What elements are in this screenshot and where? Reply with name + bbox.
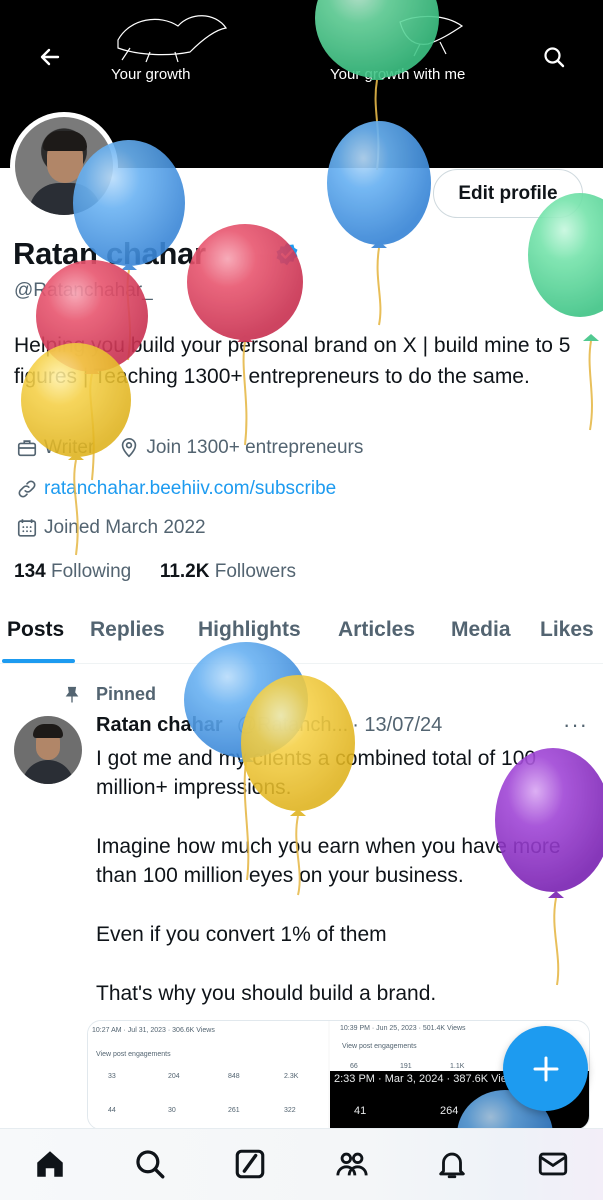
following-label: Following	[50, 561, 132, 582]
location-pin-icon	[122, 438, 137, 458]
arrow-left-icon	[40, 48, 60, 66]
post-author-handle[interactable]: @Ratanch...	[237, 714, 348, 737]
post-date[interactable]: · 13/07/24	[352, 714, 442, 737]
tab-media[interactable]: Media	[451, 618, 511, 642]
post-paragraph: I got me and my clients a combined total…	[96, 747, 537, 799]
pin-icon	[65, 686, 79, 702]
search-icon	[544, 47, 565, 68]
back-button[interactable]	[30, 37, 70, 77]
pinned-label: Pinned	[62, 684, 156, 705]
verified-badge-icon	[276, 242, 298, 266]
notifications-icon[interactable]	[435, 1147, 469, 1181]
edit-profile-button[interactable]: Edit profile	[433, 169, 583, 218]
post-author-avatar[interactable]	[14, 716, 82, 784]
tab-replies[interactable]: Replies	[90, 618, 165, 642]
communities-icon[interactable]	[335, 1147, 369, 1181]
post-paragraph: Even if you convert 1% of them	[96, 923, 387, 946]
tab-posts[interactable]: Posts	[7, 618, 64, 642]
banner-caption-left: Your growth	[111, 66, 191, 83]
website-link[interactable]: ratanchahar.beehiiv.com/subscribe	[44, 478, 336, 500]
tab-likes[interactable]: Likes	[540, 618, 594, 642]
link-icon	[18, 480, 36, 498]
banner-caption-right: Your growth with me	[330, 66, 466, 83]
profile-tabs: Posts Replies Highlights Articles Media …	[0, 608, 603, 664]
joined-date: Joined March 2022	[44, 517, 206, 538]
calendar-icon	[17, 519, 37, 537]
profile-bio: Helping you build your personal brand on…	[14, 334, 571, 388]
profession-text: Writer	[44, 437, 95, 458]
profile-avatar[interactable]	[10, 112, 118, 220]
profile-handle: @Ratanchahar_	[14, 280, 153, 301]
more-options-icon[interactable]: ···	[563, 712, 588, 738]
post-body[interactable]: I got me and my clients a combined total…	[96, 744, 596, 1038]
pinned-text: Pinned	[96, 684, 157, 704]
search-button[interactable]	[534, 37, 574, 77]
active-tab-indicator	[2, 659, 75, 663]
post-paragraph: That's why you should build a brand.	[96, 982, 437, 1005]
followers-link[interactable]: 11.2K Followers	[160, 561, 296, 582]
briefcase-icon	[17, 440, 37, 457]
messages-icon[interactable]	[536, 1147, 570, 1181]
followers-count: 11.2K	[159, 561, 210, 582]
post-paragraph: Imagine how much you earn when you have …	[96, 835, 561, 887]
search-icon[interactable]	[133, 1147, 167, 1181]
location-text: Join 1300+ entrepreneurs	[146, 437, 364, 458]
post-header: Ratan chahar @Ratanch... · 13/07/24	[96, 714, 442, 737]
avatar-photo	[15, 117, 113, 215]
plus-icon	[533, 1056, 558, 1081]
followers-label: Followers	[214, 561, 297, 582]
compose-post-button[interactable]	[503, 1026, 588, 1111]
post-author-name[interactable]: Ratan chahar	[96, 714, 223, 737]
profile-name: Ratan chahar	[13, 236, 206, 271]
bottom-navigation	[0, 1128, 603, 1200]
home-icon[interactable]	[33, 1147, 67, 1181]
balloon-green	[528, 193, 603, 431]
following-link[interactable]: 134 Following	[14, 561, 131, 582]
following-count: 134	[14, 561, 46, 582]
tab-articles[interactable]: Articles	[338, 618, 415, 642]
grok-icon[interactable]	[233, 1147, 267, 1181]
tab-highlights[interactable]: Highlights	[198, 618, 301, 642]
media-screenshot-left: 10:27 AM · Jul 31, 2023 · 306.6K Views V…	[88, 1021, 328, 1129]
